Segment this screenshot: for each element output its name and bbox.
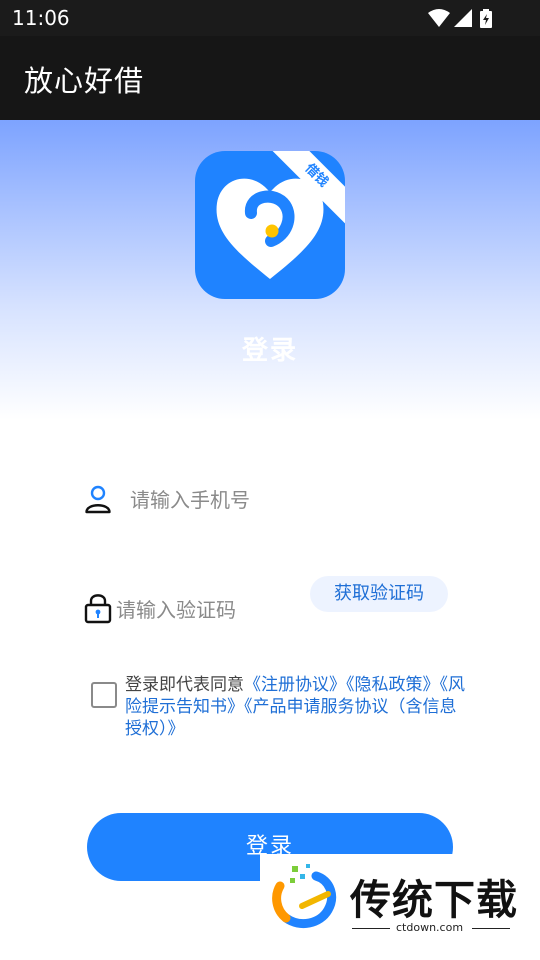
wifi-icon	[428, 9, 450, 27]
lock-icon	[84, 594, 112, 624]
cellular-signal-icon	[454, 9, 472, 27]
status-icons	[428, 8, 500, 28]
privacy-policy-link[interactable]: 《隐私政策》	[346, 675, 440, 695]
agreement-text: 登录即代表同意《注册协议》《隐私政策》《风险提示告知书》《产品申请服务协议（含信…	[125, 674, 465, 740]
status-time: 11:06	[12, 6, 70, 30]
get-code-button[interactable]: 获取验证码	[310, 576, 448, 612]
agree-checkbox[interactable]	[91, 682, 117, 708]
phone-input[interactable]	[130, 482, 460, 518]
watermark-logo-icon	[272, 864, 336, 929]
watermark-text: 传统下载	[350, 876, 518, 924]
status-bar: 11:06	[0, 0, 540, 36]
user-icon	[85, 485, 111, 514]
page-title: 登录	[241, 336, 298, 366]
app-title: 放心好借	[24, 64, 145, 98]
watermark-divider	[352, 928, 390, 929]
register-agreement-link[interactable]: 《注册协议》	[244, 675, 346, 695]
battery-charging-icon	[480, 9, 492, 28]
app-logo: 借钱	[195, 151, 345, 299]
watermark: 传统下载 ctdown.com	[260, 854, 522, 940]
app-bar: 放心好借	[0, 36, 540, 120]
watermark-divider	[472, 928, 510, 929]
code-input[interactable]	[116, 592, 306, 628]
agreement-prefix: 登录即代表同意	[125, 675, 244, 695]
watermark-url: ctdown.com	[396, 921, 464, 934]
